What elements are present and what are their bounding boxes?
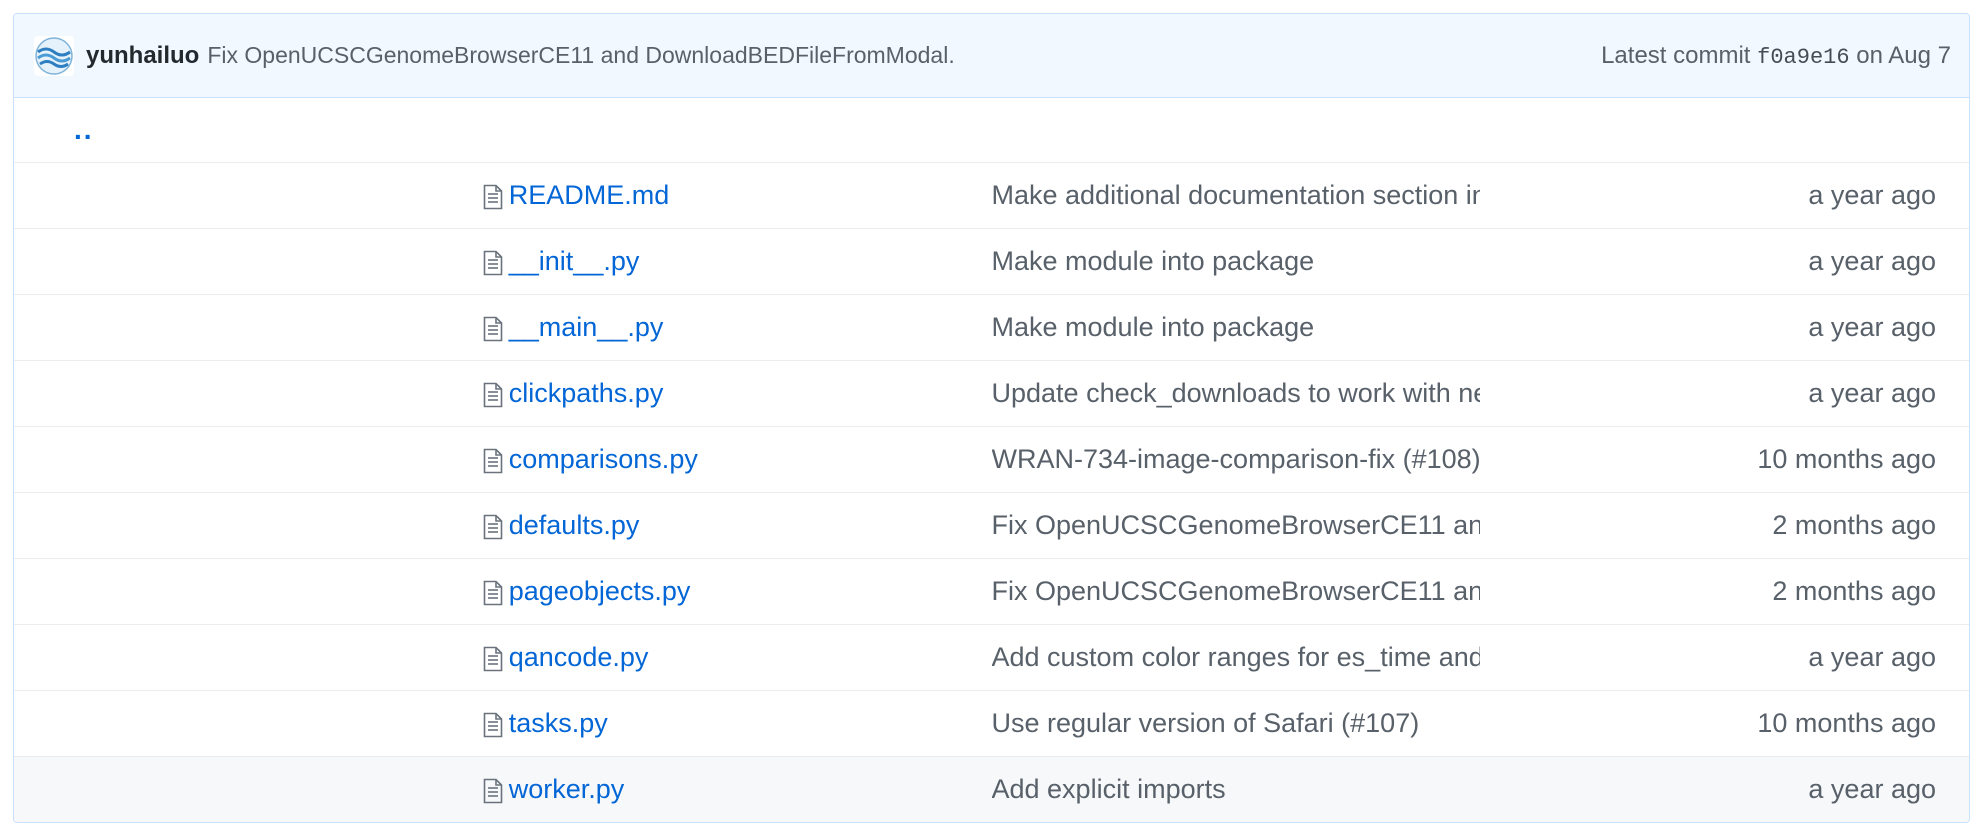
file-commit-age: a year ago [1808, 312, 1936, 342]
file-text-icon [483, 316, 503, 342]
commit-date: on Aug 7 [1856, 41, 1951, 69]
commit-author[interactable]: yunhailuo [86, 42, 199, 70]
avatar[interactable] [34, 35, 74, 76]
file-commit-message[interactable]: Make module into package [992, 246, 1315, 276]
parent-directory-row[interactable]: .. [14, 98, 1969, 163]
file-commit-message[interactable]: Fix OpenUCSCGenomeBrowserCE11 and Downlo… [992, 510, 1481, 540]
file-commit-age: a year ago [1808, 246, 1936, 276]
file-name-link[interactable]: comparisons.py [509, 444, 698, 474]
commit-message[interactable]: Fix OpenUCSCGenomeBrowserCE11 and Downlo… [207, 42, 954, 69]
latest-commit-label: Latest commit [1601, 41, 1751, 69]
file-row[interactable]: tasks.py Use regular version of Safari (… [14, 690, 1969, 757]
file-row[interactable]: __init__.py Make module into package a y… [14, 228, 1969, 295]
file-commit-message[interactable]: Make additional documentation section in… [992, 180, 1481, 210]
file-row[interactable]: __main__.py Make module into package a y… [14, 294, 1969, 361]
latest-commit-info: Latest commit f0a9e16 on Aug 7 [1601, 42, 1951, 70]
file-name-link[interactable]: clickpaths.py [509, 378, 664, 408]
file-commit-age: 2 months ago [1772, 510, 1936, 540]
file-commit-message[interactable]: Add custom color ranges for es_time and … [992, 642, 1481, 672]
file-name-link[interactable]: worker.py [509, 774, 625, 804]
file-text-icon [483, 382, 503, 408]
file-commit-message[interactable]: Add explicit imports [992, 774, 1226, 804]
file-name-link[interactable]: __init__.py [509, 246, 640, 276]
file-row[interactable]: clickpaths.py Update check_downloads to … [14, 360, 1969, 427]
file-commit-age: a year ago [1808, 774, 1936, 804]
file-commit-message[interactable]: Use regular version of Safari (#107) [992, 708, 1420, 738]
file-row[interactable]: pageobjects.py Fix OpenUCSCGenomeBrowser… [14, 558, 1969, 625]
file-row[interactable]: qancode.py Add custom color ranges for e… [14, 624, 1969, 691]
file-text-icon [483, 712, 503, 738]
file-text-icon [483, 184, 503, 210]
file-row[interactable]: comparisons.py WRAN-734-image-comparison… [14, 426, 1969, 493]
file-name-link[interactable]: qancode.py [509, 642, 649, 672]
file-browser: yunhailuo Fix OpenUCSCGenomeBrowserCE11 … [13, 13, 1970, 823]
file-commit-age: 2 months ago [1772, 576, 1936, 606]
file-name-link[interactable]: __main__.py [509, 312, 664, 342]
commit-sha[interactable]: f0a9e16 [1757, 45, 1849, 70]
file-table: .. README.md Make additional documentati… [14, 98, 1969, 822]
file-name-link[interactable]: pageobjects.py [509, 576, 691, 606]
file-commit-age: 10 months ago [1757, 708, 1936, 738]
file-text-icon [483, 580, 503, 606]
file-text-icon [483, 778, 503, 804]
file-commit-message[interactable]: Fix OpenUCSCGenomeBrowserCE11 and Downlo… [992, 576, 1481, 606]
file-commit-message[interactable]: Make module into package [992, 312, 1315, 342]
file-row[interactable]: README.md Make additional documentation … [14, 162, 1969, 229]
file-name-link[interactable]: README.md [509, 180, 670, 210]
file-name-link[interactable]: defaults.py [509, 510, 640, 540]
file-text-icon [483, 250, 503, 276]
file-text-icon [483, 514, 503, 540]
file-text-icon [483, 448, 503, 474]
file-row[interactable]: defaults.py Fix OpenUCSCGenomeBrowserCE1… [14, 492, 1969, 559]
file-commit-age: a year ago [1808, 378, 1936, 408]
file-commit-message[interactable]: WRAN-734-image-comparison-fix (#108) [992, 444, 1481, 474]
file-name-link[interactable]: tasks.py [509, 708, 608, 738]
file-commit-age: a year ago [1808, 180, 1936, 210]
file-commit-message[interactable]: Update check_downloads to work with new … [992, 378, 1481, 408]
file-commit-age: 10 months ago [1757, 444, 1936, 474]
file-commit-age: a year ago [1808, 642, 1936, 672]
file-row[interactable]: worker.py Add explicit imports a year ag… [14, 756, 1969, 822]
latest-commit-bar: yunhailuo Fix OpenUCSCGenomeBrowserCE11 … [14, 14, 1969, 98]
file-text-icon [483, 646, 503, 672]
parent-directory-link[interactable]: .. [14, 114, 94, 145]
